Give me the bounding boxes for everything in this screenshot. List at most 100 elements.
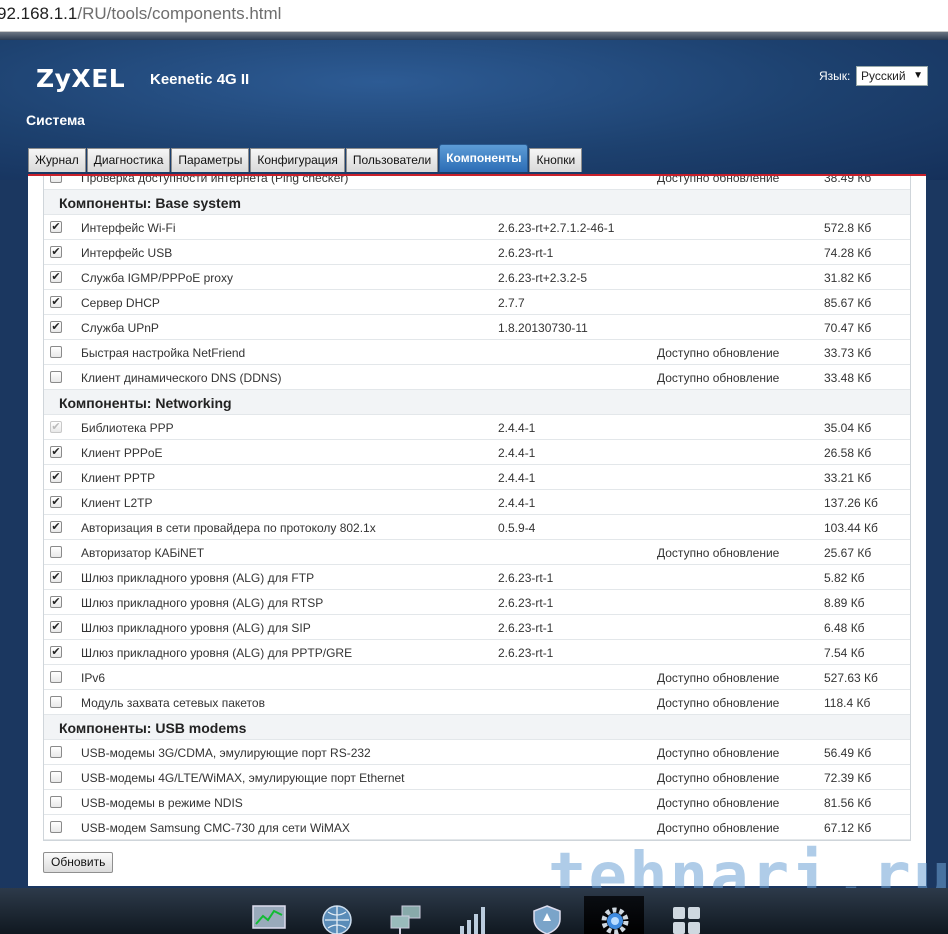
component-row: ✔ Клиент L2TP 2.4.4-1 137.26 Кб <box>44 490 910 515</box>
monitor-chart-icon[interactable] <box>238 896 298 934</box>
component-version: 2.6.23-rt+2.3.2-5 <box>498 271 588 285</box>
tab-4[interactable]: Пользователи <box>345 148 439 172</box>
component-checkbox[interactable] <box>50 821 62 833</box>
component-row: ✔ Сервер DHCP 2.7.7 85.67 Кб <box>44 290 910 315</box>
component-row: ✔ Шлюз прикладного уровня (ALG) для SIP 2.… <box>44 615 910 640</box>
group-title: Компоненты: Networking <box>59 395 232 411</box>
component-size: 7.54 Кб <box>824 646 865 660</box>
signal-bars-icon[interactable] <box>442 896 502 934</box>
gear-icon[interactable] <box>584 896 644 934</box>
component-checkbox[interactable]: ✔ <box>50 321 62 333</box>
component-status: Доступно обновление <box>657 546 780 560</box>
component-checkbox[interactable] <box>50 546 62 558</box>
component-name: Клиент PPPoE <box>81 446 163 460</box>
component-size: 527.63 Кб <box>824 671 878 685</box>
component-checkbox[interactable]: ✔ <box>50 246 62 258</box>
component-name: USB-модемы 3G/CDMA, эмулирующие порт RS-… <box>81 746 371 760</box>
tab-0[interactable]: Журнал <box>28 148 86 172</box>
component-name: USB-модемы 4G/LTE/WiMAX, эмулирующие пор… <box>81 771 405 785</box>
component-name: Клиент PPTP <box>81 471 156 485</box>
group-title: Компоненты: USB modems <box>59 720 247 736</box>
component-row: Клиент динамического DNS (DDNS) Доступно … <box>44 365 910 390</box>
component-name: Клиент динамического DNS (DDNS) <box>81 371 282 385</box>
apps-grid-icon[interactable] <box>656 896 716 934</box>
component-checkbox[interactable] <box>50 796 62 808</box>
component-version: 2.6.23-rt-1 <box>498 571 554 585</box>
tab-1[interactable]: Диагностика <box>86 148 171 172</box>
refresh-button[interactable]: Обновить <box>43 852 114 873</box>
component-checkbox[interactable]: ✔ <box>50 471 62 483</box>
component-size: 25.67 Кб <box>824 546 872 560</box>
component-checkbox[interactable]: ✔ <box>50 296 62 308</box>
tab-6[interactable]: Кнопки <box>529 148 583 172</box>
component-size: 6.48 Кб <box>824 621 865 635</box>
component-checkbox[interactable] <box>50 696 62 708</box>
shield-icon[interactable] <box>516 896 576 934</box>
component-name: Шлюз прикладного уровня (ALG) для RTSP <box>81 596 324 610</box>
component-name: IPv6 <box>81 671 106 685</box>
component-version: 2.6.23-rt-1 <box>498 621 554 635</box>
component-size: 81.56 Кб <box>824 796 872 810</box>
component-checkbox[interactable] <box>50 371 62 383</box>
component-name: Интерфейс USB <box>81 246 173 260</box>
component-row: USB-модемы 4G/LTE/WiMAX, эмулирующие пор… <box>44 765 910 790</box>
component-size: 56.49 Кб <box>824 746 872 760</box>
network-icon[interactable] <box>374 896 434 934</box>
component-name: Клиент L2TP <box>81 496 153 510</box>
component-name: Шлюз прикладного уровня (ALG) для PPTP/G… <box>81 646 353 660</box>
component-version: 2.4.4-1 <box>498 496 536 510</box>
component-checkbox[interactable] <box>50 176 62 183</box>
component-version: 2.6.23-rt-1 <box>498 596 554 610</box>
component-row: USB-модемы 3G/CDMA, эмулирующие порт RS-… <box>44 740 910 765</box>
component-name: Авторизатор КАБiNET <box>81 546 205 560</box>
component-checkbox[interactable]: ✔ <box>50 271 62 283</box>
group-header: Компоненты: USB modems <box>44 715 910 740</box>
component-row: ✔ Интерфейс USB 2.6.23-rt-1 74.28 Кб <box>44 240 910 265</box>
globe-icon[interactable] <box>306 896 366 934</box>
language-label: Язык: <box>819 69 851 83</box>
components-table: Проверка доступности интернета (Ping che… <box>43 174 911 841</box>
browser-address-bar[interactable]: 92.168.1.1/RU/tools/components.html <box>0 0 948 32</box>
component-row: Модуль захвата сетевых пакетов Доступно о… <box>44 690 910 715</box>
component-checkbox[interactable]: ✔ <box>50 646 62 658</box>
component-name: Авторизация в сети провайдера по протоко… <box>81 521 376 535</box>
component-version: 2.7.7 <box>498 296 525 310</box>
component-checkbox[interactable] <box>50 771 62 783</box>
brand-logo: ZyXEL <box>36 64 126 93</box>
component-checkbox[interactable]: ✔ <box>50 596 62 608</box>
browser-frame-strip <box>0 32 948 40</box>
component-name: Интерфейс Wi-Fi <box>81 221 176 235</box>
device-model: Keenetic 4G II <box>150 71 250 88</box>
components-panel: Проверка доступности интернета (Ping che… <box>28 174 926 886</box>
component-checkbox[interactable]: ✔ <box>50 521 62 533</box>
component-checkbox[interactable]: ✔ <box>50 621 62 633</box>
component-name: Служба UPnP <box>81 321 159 335</box>
component-row: Быстрая настройка NetFriend Доступно обно… <box>44 340 910 365</box>
component-checkbox[interactable]: ✔ <box>50 571 62 583</box>
component-size: 118.4 Кб <box>824 696 871 710</box>
component-checkbox[interactable]: ✔ <box>50 496 62 508</box>
component-row-partial: Проверка доступности интернета (Ping che… <box>44 174 910 190</box>
component-status: Доступно обновление <box>657 696 780 710</box>
component-checkbox[interactable]: ✔ <box>50 446 62 458</box>
component-status: Доступно обновление <box>657 796 780 810</box>
component-size: 31.82 Кб <box>824 271 872 285</box>
component-version: 2.6.23-rt-1 <box>498 246 554 260</box>
component-name: Служба IGMP/PPPoE proxy <box>81 271 233 285</box>
tab-3[interactable]: Конфигурация <box>250 148 345 172</box>
tab-bar: Журнал Диагностика Параметры Конфигурация По… <box>28 144 583 172</box>
component-row: USB-модемы в режиме NDIS Доступно обновле… <box>44 790 910 815</box>
component-checkbox[interactable] <box>50 746 62 758</box>
component-checkbox[interactable] <box>50 346 62 358</box>
tab-5[interactable]: Компоненты <box>439 144 529 172</box>
component-size: 137.26 Кб <box>824 496 878 510</box>
component-status: Доступно обновление <box>657 174 780 185</box>
group-title: Компоненты: Base system <box>59 195 241 211</box>
language-select[interactable]: Русский ▼ <box>856 66 928 86</box>
component-name: Быстрая настройка NetFriend <box>81 346 246 360</box>
url-path: /RU/tools/components.html <box>77 4 282 23</box>
address-url[interactable]: 92.168.1.1/RU/tools/components.html <box>0 4 281 24</box>
tab-2[interactable]: Параметры <box>171 148 250 172</box>
component-checkbox[interactable] <box>50 671 62 683</box>
component-checkbox[interactable]: ✔ <box>50 221 62 233</box>
